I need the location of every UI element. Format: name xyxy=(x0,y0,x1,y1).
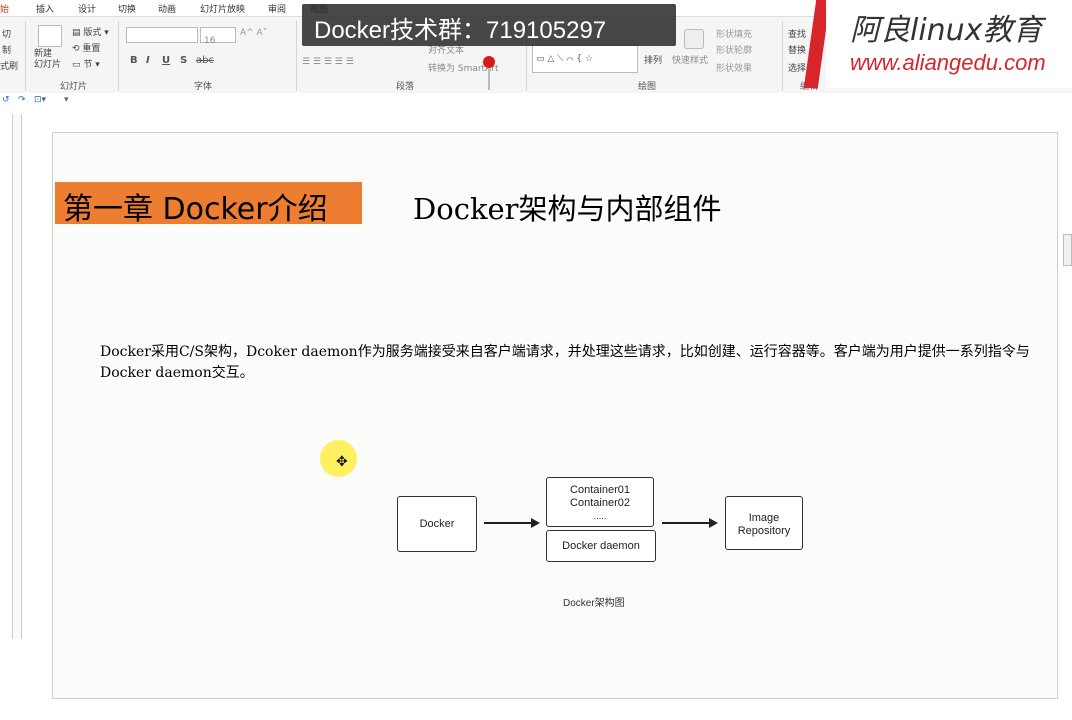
cut-button[interactable]: 切 xyxy=(2,27,11,40)
registry-label-line1: Image xyxy=(748,512,780,524)
bold-button[interactable]: B xyxy=(130,55,138,66)
chapter-banner: 第一章 Docker介绍 xyxy=(55,182,362,227)
diagram-caption: Docker架构图 xyxy=(563,598,625,609)
brand-name: 阿良linux教育 xyxy=(850,13,1043,48)
pin-stem xyxy=(488,68,490,90)
tab-transitions[interactable]: 切换 xyxy=(118,2,136,15)
select-button[interactable]: 选择 xyxy=(788,61,806,74)
containers-box[interactable]: Container01 Container02 ..... xyxy=(546,477,654,527)
slide-title[interactable]: Docker架构与内部组件 xyxy=(413,186,722,228)
tab-start[interactable]: 始 xyxy=(0,2,9,15)
format-painter-button[interactable]: 式刷 xyxy=(0,59,18,72)
quick-styles-icon[interactable] xyxy=(684,29,704,49)
container-ellipsis: ..... xyxy=(593,511,607,521)
font-size-select[interactable]: 16 xyxy=(200,27,236,46)
docker-daemon-label: Docker daemon xyxy=(562,540,640,552)
arrange-button[interactable]: 排列 xyxy=(644,53,662,66)
align-icons[interactable]: ☰ ☰ ☰ ☰ ☰ xyxy=(302,57,354,67)
container-01-label: Container01 xyxy=(570,484,630,496)
client-to-host-arrow xyxy=(484,518,540,528)
shadow-button[interactable]: S xyxy=(180,55,187,66)
cursor-highlight: ✥ xyxy=(320,440,357,477)
section-button[interactable]: ▭ 节 ▾ xyxy=(72,57,100,70)
new-slide-button[interactable]: 新建 幻灯片 xyxy=(34,49,61,71)
docker-client-label: Docker xyxy=(419,518,455,530)
vertical-scrollbar[interactable] xyxy=(1062,114,1072,674)
redo-icon[interactable]: ↷ xyxy=(18,95,26,105)
layout-button[interactable]: ▤ 版式 ▾ xyxy=(72,25,109,38)
shape-outline-button[interactable]: 形状轮廓 xyxy=(716,43,752,56)
shape-effects-button[interactable]: 形状效果 xyxy=(716,61,752,74)
underline-button[interactable]: U xyxy=(162,55,170,66)
tab-review[interactable]: 审阅 xyxy=(268,2,286,15)
find-button[interactable]: 查找 xyxy=(788,27,806,40)
group-font-label: 字体 xyxy=(194,82,213,92)
tab-animations[interactable]: 动画 xyxy=(158,2,176,15)
move-cursor-icon: ✥ xyxy=(336,454,348,470)
vertical-ruler xyxy=(12,114,22,639)
host-to-registry-arrow xyxy=(662,518,718,528)
italic-button[interactable]: I xyxy=(146,55,150,66)
strikethrough-button[interactable]: abc xyxy=(196,55,214,66)
shapes-gallery[interactable]: ▭ △ ⟍ ⌒ { ☆ xyxy=(532,45,638,73)
customize-qat-icon[interactable]: ▾ xyxy=(64,95,69,105)
scroll-thumb[interactable] xyxy=(1063,234,1072,266)
new-slide-icon[interactable] xyxy=(38,25,62,47)
tab-slideshow[interactable]: 幻灯片放映 xyxy=(200,2,245,15)
tab-insert[interactable]: 插入 xyxy=(36,2,54,15)
start-slideshow-icon[interactable]: ⊡▾ xyxy=(34,95,46,105)
chapter-title: 第一章 Docker介绍 xyxy=(63,192,328,227)
slide-paragraph[interactable]: Docker采用C/S架构，Dcoker daemon作为服务端接受来自客户端请… xyxy=(100,342,1035,384)
tab-design[interactable]: 设计 xyxy=(78,2,96,15)
pin-icon xyxy=(483,56,495,68)
group-slides-label: 幻灯片 xyxy=(60,82,88,92)
docker-daemon-box[interactable]: Docker daemon xyxy=(546,530,656,562)
image-repository-box[interactable]: Image Repository xyxy=(725,496,803,550)
group-banner: Docker技术群：719105297 xyxy=(302,4,676,46)
copy-button[interactable]: 制 xyxy=(2,43,11,56)
reset-button[interactable]: ⟲ 重置 xyxy=(72,41,100,54)
undo-icon[interactable]: ↺ xyxy=(2,95,10,105)
replace-button[interactable]: 替换 xyxy=(788,43,806,56)
group-drawing-label: 绘图 xyxy=(638,82,657,92)
registry-label-line2: Repository xyxy=(737,525,791,537)
quick-access-toolbar: ↺ ↷ ⊡▾ ▾ xyxy=(0,93,1072,109)
grow-font-icon[interactable]: A^ A˅ xyxy=(240,28,267,38)
container-02-label: Container02 xyxy=(570,497,630,509)
brand-url: www.aliangedu.com xyxy=(850,50,1046,75)
font-name-select[interactable] xyxy=(126,27,198,43)
quick-styles-button[interactable]: 快速样式 xyxy=(672,53,708,66)
shape-fill-button[interactable]: 形状填充 xyxy=(716,27,752,40)
group-banner-text: Docker技术群：719105297 xyxy=(314,17,607,44)
group-paragraph-label: 段落 xyxy=(396,82,415,92)
docker-client-box[interactable]: Docker xyxy=(397,496,477,552)
